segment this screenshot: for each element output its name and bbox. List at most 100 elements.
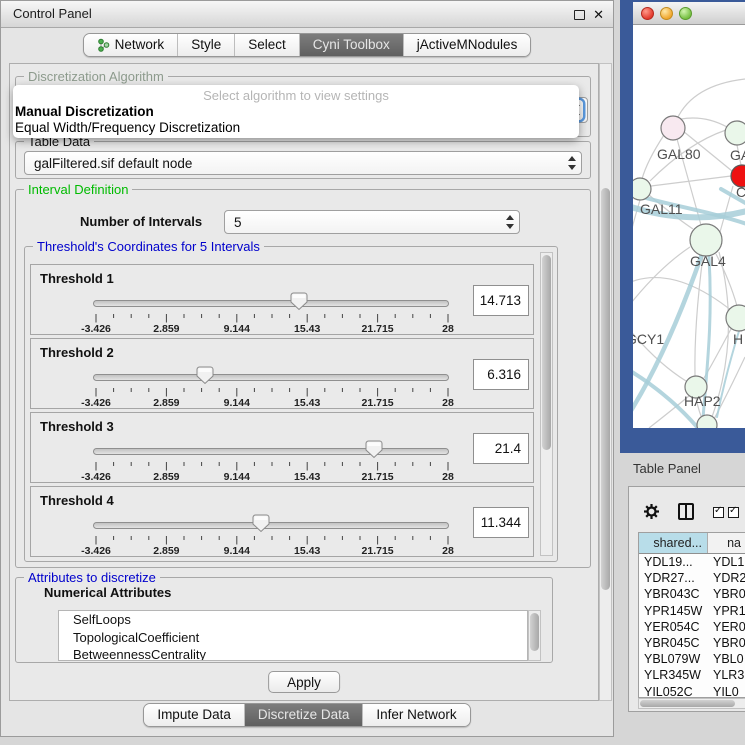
network-node-gal4[interactable] xyxy=(690,224,722,256)
tab-impute-data[interactable]: Impute Data xyxy=(144,704,244,726)
network-node-gal80[interactable] xyxy=(661,116,685,140)
zoom-traffic-light[interactable] xyxy=(679,7,692,20)
threshold-panel-2: Threshold 2-3.4262.8599.14415.4321.71528… xyxy=(30,338,534,409)
slider-ticks xyxy=(93,387,449,397)
table-row[interactable]: YER054CYER0 xyxy=(639,619,745,635)
thresholds-scrollbar[interactable] xyxy=(540,252,553,556)
settings-gear-icon[interactable] xyxy=(643,503,660,525)
table-row[interactable]: YPR145WYPR1 xyxy=(639,603,745,619)
slider-thumb[interactable] xyxy=(365,440,383,459)
tab-label: Style xyxy=(191,34,221,56)
slider-ticks xyxy=(93,461,449,471)
tab-label: Network xyxy=(115,34,165,56)
dropdown-option-manual-discretization[interactable]: Manual Discretization xyxy=(13,104,579,120)
number-of-intervals-combobox[interactable]: 5 xyxy=(224,210,520,234)
threshold-slider-1[interactable]: -3.4262.8599.14415.4321.71528 xyxy=(93,291,449,335)
tab-network[interactable]: Network xyxy=(84,34,178,56)
close-traffic-light[interactable] xyxy=(641,7,654,20)
table-row[interactable]: YBR045CYBR0 xyxy=(639,635,745,651)
slider-tick-labels: -3.4262.8599.14415.4321.71528 xyxy=(93,323,449,335)
slider-track[interactable] xyxy=(93,300,449,307)
checkbox-icon[interactable] xyxy=(728,507,739,518)
scrollbar-thumb[interactable] xyxy=(530,613,539,651)
tab-select[interactable]: Select xyxy=(234,34,299,56)
slider-thumb[interactable] xyxy=(196,366,214,385)
slider-track[interactable] xyxy=(93,374,449,381)
network-node-label: GAL80 xyxy=(657,146,701,162)
table-data-value: galFiltered.sif default node xyxy=(34,152,192,174)
threshold-value-field[interactable]: 11.344 xyxy=(473,507,529,538)
network-node-label: C xyxy=(736,184,745,200)
close-icon[interactable]: ✕ xyxy=(593,5,604,24)
table-row[interactable]: YDL19...YDL1 xyxy=(639,554,745,570)
attributes-group: Attributes to discretize Numerical Attri… xyxy=(15,577,553,663)
threshold-slider-4[interactable]: -3.4262.8599.14415.4321.71528 xyxy=(93,513,449,557)
attributes-scrollbar[interactable] xyxy=(528,610,541,661)
threshold-value-field[interactable]: 14.713 xyxy=(473,285,529,316)
slider-track[interactable] xyxy=(93,448,449,455)
network-node-label: GCY1 xyxy=(633,331,664,347)
scrollbar-thumb[interactable] xyxy=(542,255,551,450)
dropdown-option-equal-width-frequency[interactable]: Equal Width/Frequency Discretization xyxy=(13,120,579,136)
table-cell: YBL0 xyxy=(708,651,745,667)
threshold-slider-2[interactable]: -3.4262.8599.14415.4321.71528 xyxy=(93,365,449,409)
column-header[interactable]: shared... xyxy=(639,533,708,553)
tab-cyni-toolbox[interactable]: Cyni Toolbox xyxy=(299,34,403,56)
table-cell: YER0 xyxy=(708,619,745,635)
table-row[interactable]: YDR27...YDR2 xyxy=(639,570,745,586)
network-edge xyxy=(681,118,727,127)
dropdown-hint: Select algorithm to view settings xyxy=(13,88,579,104)
tab-infer-network[interactable]: Infer Network xyxy=(362,704,469,726)
group-title: Discretization Algorithm xyxy=(24,69,168,84)
group-title: Threshold's Coordinates for 5 Intervals xyxy=(33,239,264,254)
slider-thumb[interactable] xyxy=(252,514,270,533)
combobox-stepper[interactable] xyxy=(504,214,515,230)
table-cell: YDL19... xyxy=(639,554,708,570)
threshold-value-field[interactable]: 21.4 xyxy=(473,433,529,464)
slider-thumb[interactable] xyxy=(290,292,308,311)
table-horizontal-scrollbar[interactable] xyxy=(638,698,745,709)
attribute-item[interactable]: TopologicalCoefficient xyxy=(59,629,527,647)
network-node[interactable] xyxy=(697,415,717,428)
tab-jactivemnodules[interactable]: jActiveMNodules xyxy=(403,34,531,56)
table-cell: YLR3 xyxy=(708,667,745,683)
attribute-item[interactable]: SelfLoops xyxy=(59,611,527,629)
network-canvas[interactable]: GAL80GACGAL11GAL4GCY1HHAP2 xyxy=(633,25,745,428)
slider-ticks xyxy=(93,535,449,545)
column-header[interactable]: na xyxy=(708,533,745,553)
table-cell: YER054C xyxy=(639,619,708,635)
split-columns-icon[interactable] xyxy=(678,503,694,520)
table-data-combobox[interactable]: galFiltered.sif default node xyxy=(24,151,582,175)
control-panel-titlebar: Control Panel ✕ xyxy=(1,1,613,28)
node-table: shared...na YDL19...YDL1YDR27...YDR2YBR0… xyxy=(638,532,745,698)
table-row[interactable]: YBR043CYBR0 xyxy=(639,586,745,602)
table-row[interactable]: YBL079WYBL0 xyxy=(639,651,745,667)
threshold-value-field[interactable]: 6.316 xyxy=(473,359,529,390)
table-cell: YBL079W xyxy=(639,651,708,667)
top-tab-bar: Network Style SelectCyni ToolboxjActiveMNo… xyxy=(1,33,613,57)
minimize-traffic-light[interactable] xyxy=(660,7,673,20)
slider-tick-labels: -3.4262.8599.14415.4321.71528 xyxy=(93,471,449,483)
number-of-intervals-label: Number of Intervals xyxy=(80,214,202,229)
tab-discretize-data[interactable]: Discretize Data xyxy=(244,704,363,726)
network-icon xyxy=(97,38,110,53)
combobox-stepper[interactable] xyxy=(566,155,577,171)
cyni-toolbox-panel: Discretization Algorithm Select algorith… xyxy=(9,63,599,701)
slider-track[interactable] xyxy=(93,522,449,529)
control-panel-scrollbar[interactable] xyxy=(599,63,612,701)
apply-button[interactable]: Apply xyxy=(268,671,340,693)
scrollbar-thumb[interactable] xyxy=(601,188,610,590)
network-node-ga[interactable] xyxy=(725,121,745,145)
checkbox-icon[interactable] xyxy=(713,507,724,518)
table-row[interactable]: YIL052CYIL0 xyxy=(639,684,745,699)
network-node-gal11[interactable] xyxy=(633,178,651,200)
float-window-icon[interactable] xyxy=(574,10,585,20)
tab-style[interactable]: Style xyxy=(177,34,234,56)
scrollbar-thumb[interactable] xyxy=(640,700,735,707)
threshold-slider-3[interactable]: -3.4262.8599.14415.4321.71528 xyxy=(93,439,449,483)
table-header-row: shared...na xyxy=(639,533,745,554)
table-row[interactable]: YLR345WYLR3 xyxy=(639,667,745,683)
table-cell: YIL0 xyxy=(708,684,745,699)
attribute-item[interactable]: BetweennessCentrality xyxy=(59,646,527,661)
table-cell: YIL052C xyxy=(639,684,708,699)
